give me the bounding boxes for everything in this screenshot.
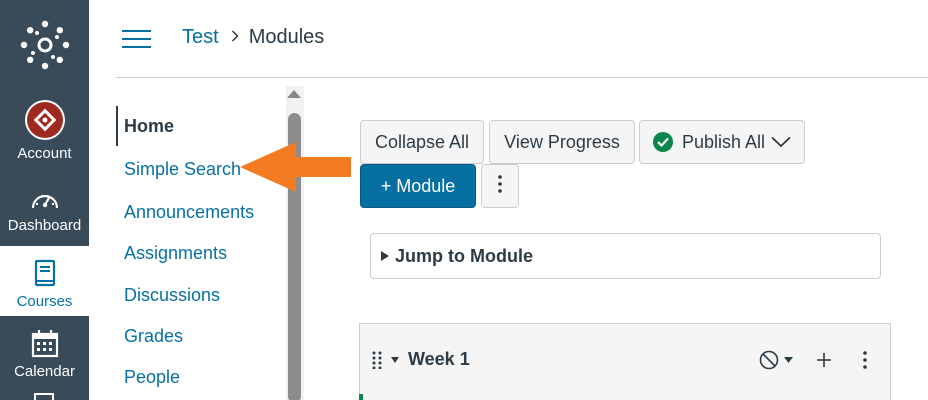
breadcrumb-current: Modules xyxy=(248,26,325,48)
gnav-account-label: Account xyxy=(17,145,72,162)
gnav-next-item-icon[interactable] xyxy=(34,393,54,400)
breadcrumb: Test Modules xyxy=(182,26,324,49)
jump-to-module-toggle[interactable]: Jump to Module xyxy=(370,233,881,279)
account-avatar-icon xyxy=(24,99,66,141)
add-module-label: + Module xyxy=(380,175,456,196)
published-check-icon xyxy=(652,132,673,152)
collapse-caret-icon[interactable] xyxy=(391,357,399,363)
kebab-menu-icon xyxy=(498,174,502,198)
course-nav-grades[interactable]: Grades xyxy=(124,326,183,347)
gnav-calendar-label: Calendar xyxy=(14,363,75,380)
breadcrumb-course-link[interactable]: Test xyxy=(182,26,219,49)
course-nav-simple-search[interactable]: Simple Search xyxy=(124,159,241,180)
course-nav-assignments[interactable]: Assignments xyxy=(124,243,227,264)
view-progress-button[interactable]: View Progress xyxy=(489,120,635,164)
more-options-button[interactable] xyxy=(481,164,519,208)
gnav-calendar[interactable]: Calendar xyxy=(0,316,89,386)
module-title: Week 1 xyxy=(408,349,470,369)
chevron-down-icon xyxy=(771,136,791,148)
course-nav-home[interactable]: Home xyxy=(124,116,174,137)
hamburger-menu-icon[interactable] xyxy=(122,28,152,50)
course-nav-announcements[interactable]: Announcements xyxy=(124,202,254,223)
add-item-plus-icon[interactable] xyxy=(815,351,833,374)
course-nav-discussions[interactable]: Discussions xyxy=(124,285,220,306)
dashboard-icon xyxy=(30,187,60,213)
publish-all-label: Publish All xyxy=(681,131,766,152)
active-indicator xyxy=(116,106,118,146)
course-nav-people[interactable]: People xyxy=(124,367,180,388)
view-progress-label: View Progress xyxy=(504,131,620,152)
calendar-icon xyxy=(31,329,59,359)
gnav-courses[interactable]: Courses xyxy=(0,246,89,316)
chevron-right-icon xyxy=(231,29,239,47)
caret-right-icon xyxy=(381,251,389,261)
published-stripe xyxy=(359,394,363,400)
gnav-dashboard[interactable]: Dashboard xyxy=(0,170,89,240)
publish-all-button[interactable]: Publish All xyxy=(639,120,805,164)
gnav-courses-label: Courses xyxy=(16,293,73,310)
collapse-all-button[interactable]: Collapse All xyxy=(360,120,484,164)
global-nav: Account Dashboard Courses Calendar xyxy=(0,0,89,400)
add-module-button[interactable]: + Module xyxy=(360,164,476,208)
module-kebab-menu-icon[interactable] xyxy=(863,351,867,374)
gnav-dashboard-label: Dashboard xyxy=(7,217,82,234)
header-divider xyxy=(116,77,928,78)
scroll-up-arrow-icon[interactable] xyxy=(287,90,301,98)
module-header[interactable]: Week 1 xyxy=(360,324,890,394)
courses-icon xyxy=(32,259,58,289)
canvas-logo-icon[interactable] xyxy=(0,0,89,90)
unpublished-icon[interactable] xyxy=(759,349,799,376)
gnav-account[interactable]: Account xyxy=(0,98,89,168)
module-week-1: Week 1 xyxy=(359,323,891,400)
collapse-all-label: Collapse All xyxy=(374,131,470,152)
jump-to-module-label: Jump to Module xyxy=(395,245,533,266)
annotation-arrow-icon xyxy=(240,142,352,197)
drag-handle-icon[interactable] xyxy=(372,351,382,374)
